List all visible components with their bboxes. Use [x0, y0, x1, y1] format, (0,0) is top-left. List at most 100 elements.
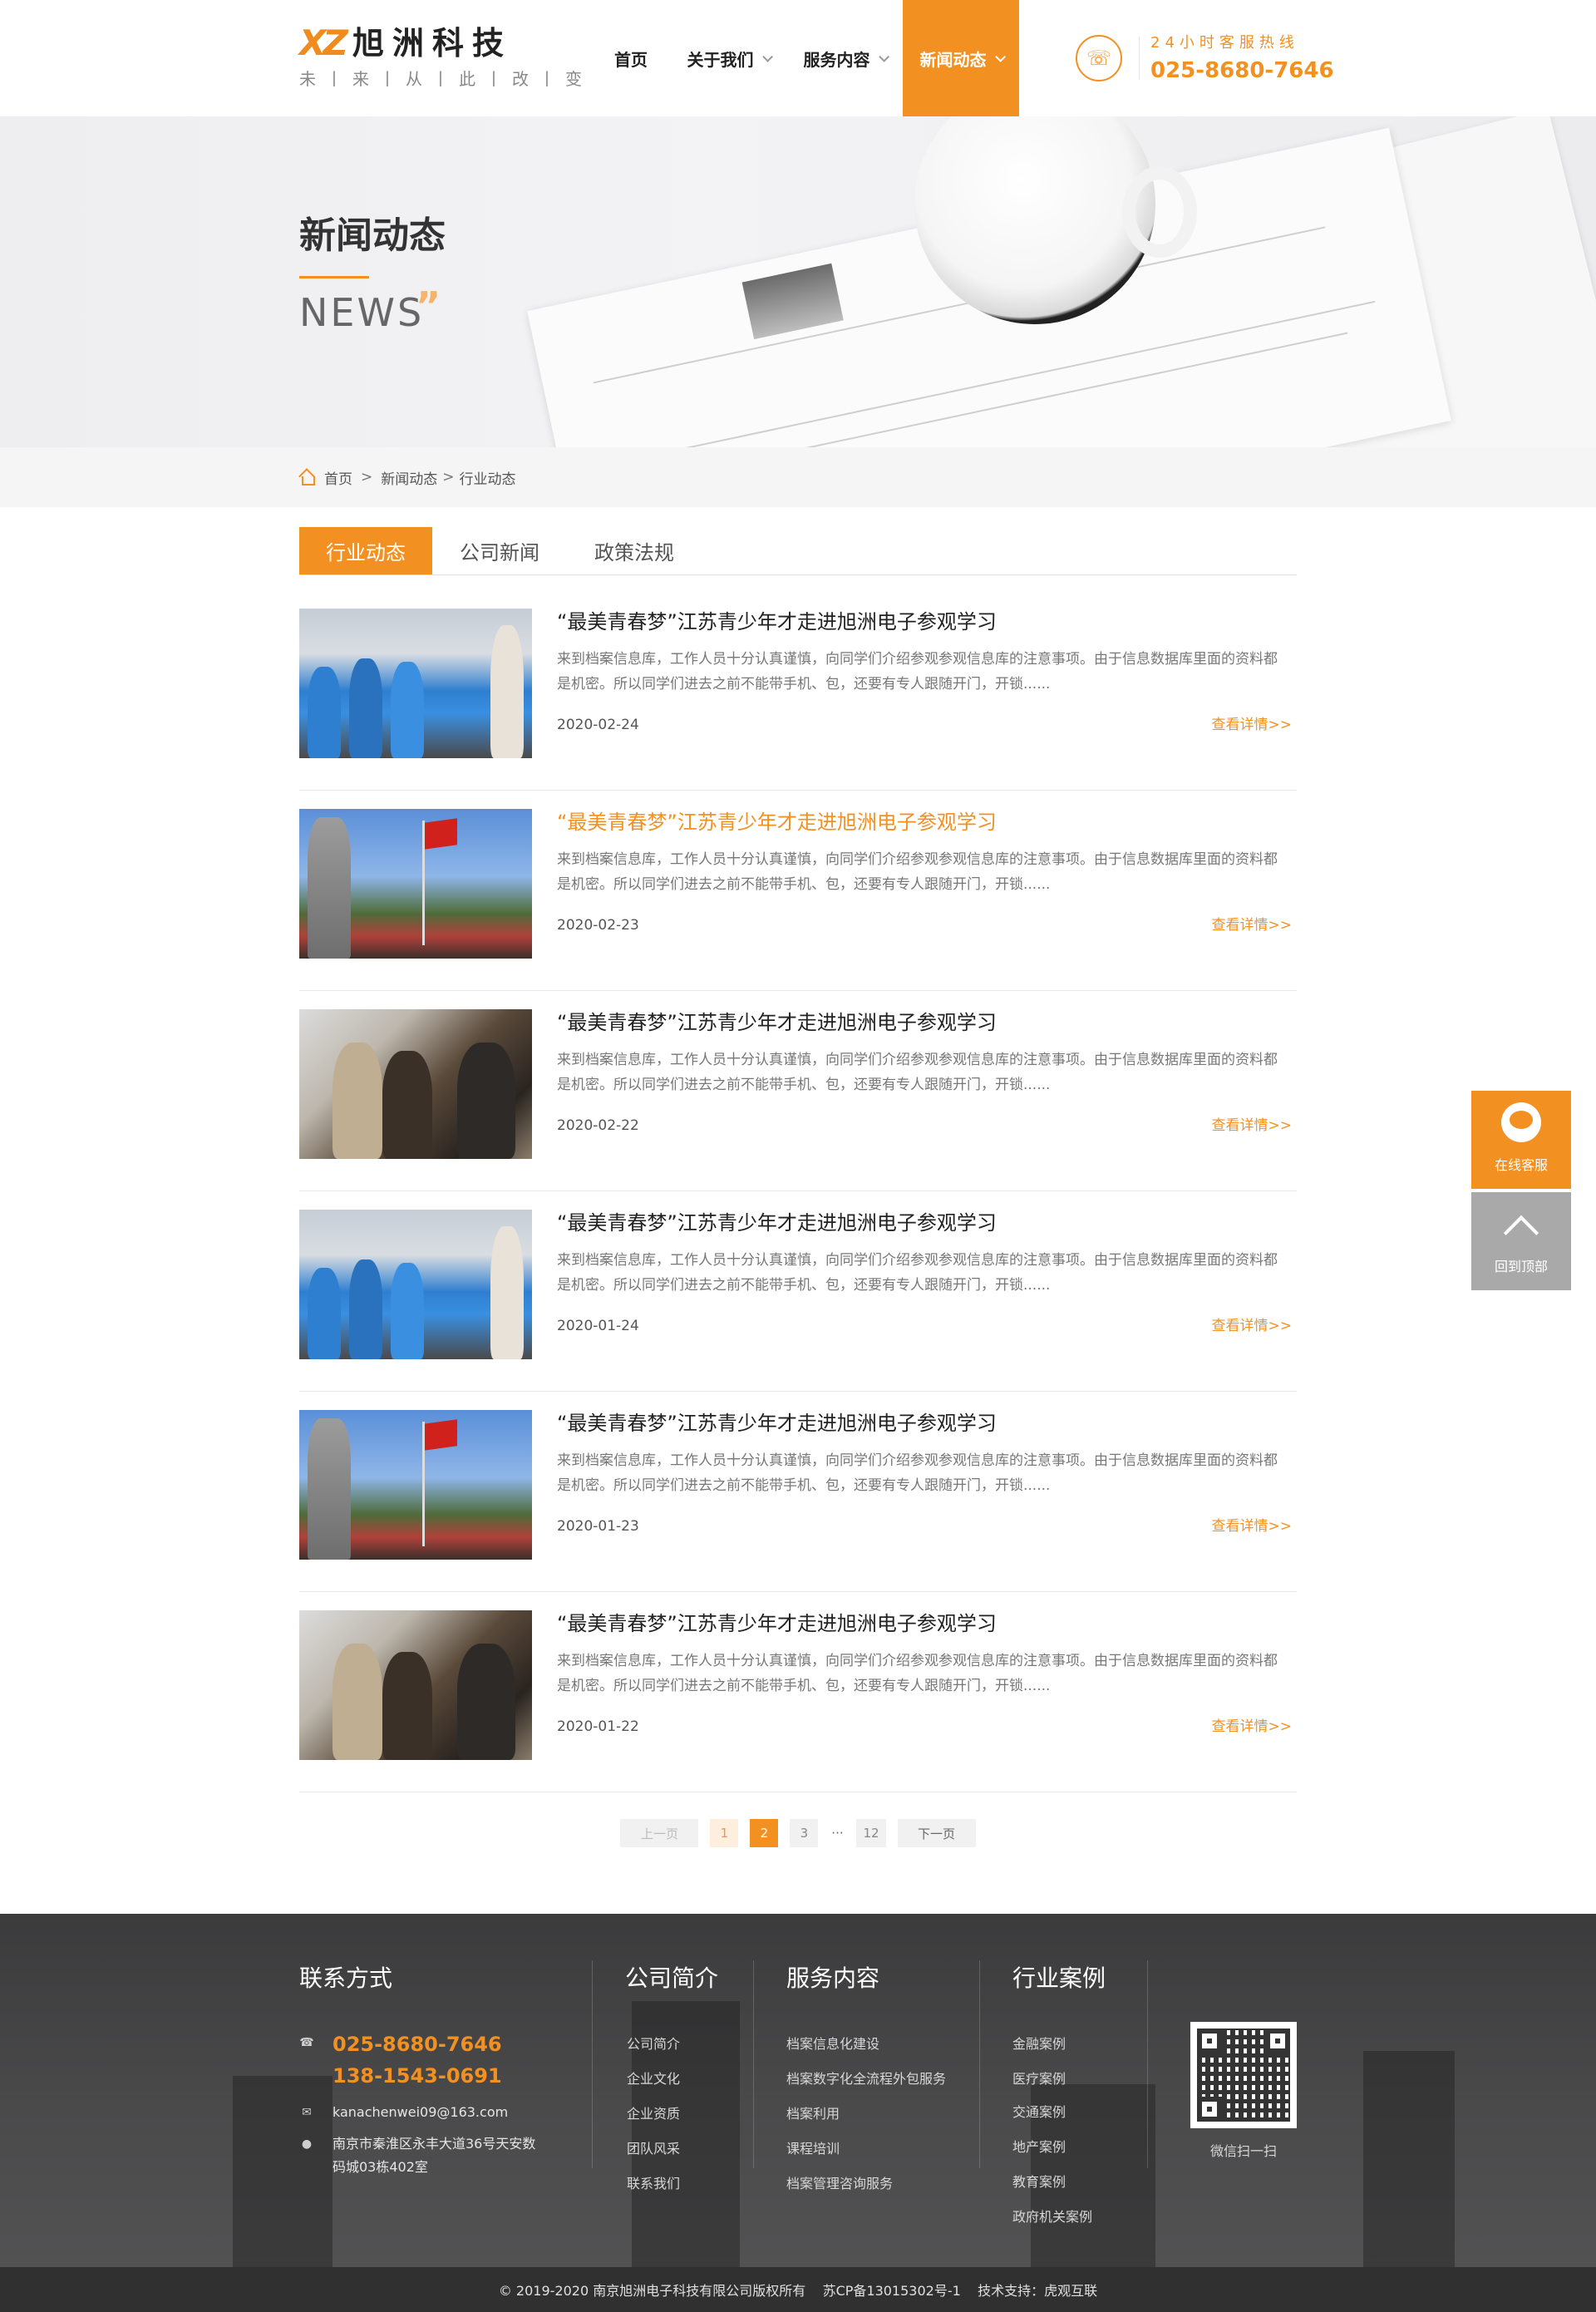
news-date: 2020-02-23 [557, 917, 639, 934]
footer-address-line1: 南京市秦淮区永丰大道36号天安数 [332, 2136, 536, 2152]
newspaper-photo [741, 263, 844, 340]
breadcrumb-current[interactable]: 行业动态 [460, 467, 516, 488]
news-thumbnail[interactable] [299, 1610, 532, 1760]
thumbnail-flag [424, 1419, 457, 1451]
page-ellipsis: ··· [831, 1826, 844, 1841]
coffee-cup-handle [1122, 166, 1197, 258]
qr-corner [1197, 2097, 1222, 2122]
tab-industry-news[interactable]: 行业动态 [299, 527, 432, 574]
thumbnail-figure [382, 1051, 432, 1159]
news-thumbnail[interactable] [299, 1410, 532, 1560]
read-more-link[interactable]: 查看详情>> [1212, 715, 1293, 735]
breadcrumb-home[interactable]: 首页 [324, 467, 352, 488]
page-banner: 新闻动态 NEWS ” [0, 116, 1596, 447]
footer-link[interactable]: 团队风采 [627, 2140, 680, 2158]
page-subtitle: NEWS [299, 290, 425, 335]
tab-company-news[interactable]: 公司新闻 [432, 527, 567, 574]
footer-phone-1: 025-8680-7646 [332, 2033, 502, 2056]
main-nav: 首页 关于我们 服务内容 新闻动态 [592, 0, 1019, 116]
online-service-label: 在线客服 [1494, 1157, 1548, 1173]
footer-divider [753, 1960, 754, 2168]
copyright-bar: © 2019-2020 南京旭洲电子科技有限公司版权所有 苏CP备1301530… [0, 2267, 1596, 2312]
hotline-number: 025-8680-7646 [1150, 58, 1334, 83]
footer-link[interactable]: 档案管理咨询服务 [786, 2175, 893, 2193]
read-more-link[interactable]: 查看详情>> [1212, 1516, 1293, 1536]
qr-corner [1265, 2029, 1290, 2053]
news-thumbnail[interactable] [299, 809, 532, 959]
logo-mark: XZ [299, 22, 348, 63]
footer-link[interactable]: 档案数字化全流程外包服务 [786, 2070, 946, 2088]
nav-news[interactable]: 新闻动态 [903, 0, 1019, 116]
news-item[interactable]: “最美青春梦”江苏青少年才走进旭洲电子参观学习 来到档案信息库，工作人员十分认真… [299, 791, 1297, 991]
nav-home[interactable]: 首页 [592, 0, 670, 116]
tab-policy[interactable]: 政策法规 [567, 527, 702, 574]
news-title[interactable]: “最美青春梦”江苏青少年才走进旭洲电子参观学习 [557, 807, 997, 837]
news-date: 2020-02-24 [557, 717, 639, 733]
news-item[interactable]: “最美青春梦”江苏青少年才走进旭洲电子参观学习 来到档案信息库，工作人员十分认真… [299, 1592, 1297, 1792]
prev-page-button[interactable]: 上一页 [620, 1819, 699, 1847]
logo-slogan: 未丨来丨从丨此丨改丨变 [299, 69, 592, 89]
news-item[interactable]: “最美青春梦”江苏青少年才走进旭洲电子参观学习 来到档案信息库，工作人员十分认真… [299, 1392, 1297, 1592]
thumbnail-figure [332, 1043, 382, 1159]
news-summary: 来到档案信息库，工作人员十分认真谨慎，向同学们介绍参观参观信息库的注意事项。由于… [557, 651, 1278, 693]
footer-link[interactable]: 课程培训 [786, 2140, 840, 2158]
back-to-top-button[interactable]: 回到顶部 [1471, 1192, 1571, 1290]
footer-link[interactable]: 政府机关案例 [1012, 2208, 1092, 2226]
chevron-down-icon [994, 51, 1006, 62]
read-more-link[interactable]: 查看详情>> [1212, 1316, 1293, 1336]
thumbnail-figure [308, 667, 341, 758]
thumbnail-flag [424, 818, 457, 850]
news-item[interactable]: “最美青春梦”江苏青少年才走进旭洲电子参观学习 来到档案信息库，工作人员十分认真… [299, 590, 1297, 791]
page-button[interactable]: 1 [710, 1819, 739, 1847]
breadcrumb-news[interactable]: 新闻动态 [381, 467, 437, 488]
nav-services[interactable]: 服务内容 [786, 0, 903, 116]
footer-services: 服务内容 [786, 1964, 879, 1994]
page-button[interactable]: 12 [856, 1819, 886, 1847]
footer-link[interactable]: 企业文化 [627, 2070, 680, 2088]
phone-icon: ☏ [1076, 35, 1122, 81]
hotline-divider [1139, 37, 1140, 80]
footer-link[interactable]: 企业资质 [627, 2105, 680, 2123]
news-title[interactable]: “最美青春梦”江苏青少年才走进旭洲电子参观学习 [557, 1208, 997, 1238]
qr-corner [1197, 2029, 1222, 2053]
next-page-button[interactable]: 下一页 [897, 1819, 976, 1847]
news-title[interactable]: “最美青春梦”江苏青少年才走进旭洲电子参观学习 [557, 607, 997, 637]
current-page-button[interactable]: 2 [750, 1819, 779, 1847]
footer-link[interactable]: 交通案例 [1012, 2103, 1066, 2122]
news-item[interactable]: “最美青春梦”江苏青少年才走进旭洲电子参观学习 来到档案信息库，工作人员十分认真… [299, 1191, 1297, 1392]
footer-contact-title: 联系方式 [299, 1964, 393, 1992]
footer-link[interactable]: 档案利用 [786, 2105, 840, 2123]
news-date: 2020-01-24 [557, 1318, 639, 1334]
logo-name: 旭洲科技 [352, 25, 513, 62]
footer-link[interactable]: 医疗案例 [1012, 2070, 1066, 2088]
read-more-link[interactable]: 查看详情>> [1212, 1717, 1293, 1737]
logo[interactable]: XZ 旭洲科技 未丨来丨从丨此丨改丨变 [299, 22, 582, 91]
nav-about[interactable]: 关于我们 [670, 0, 786, 116]
footer-email[interactable]: kanachenwei09@163.com [332, 2102, 508, 2123]
thumbnail-statue [308, 1418, 351, 1560]
news-thumbnail[interactable] [299, 1210, 532, 1359]
hotline: ☏ 24小时客服热线 025-8680-7646 [1076, 33, 1334, 83]
back-to-top-label: 回到顶部 [1494, 1259, 1548, 1274]
read-more-link[interactable]: 查看详情>> [1212, 915, 1293, 935]
thumbnail-figure [457, 1043, 515, 1159]
news-title[interactable]: “最美青春梦”江苏青少年才走进旭洲电子参观学习 [557, 1008, 997, 1038]
qr-label: 微信扫一扫 [1209, 2143, 1277, 2159]
footer-link[interactable]: 联系我们 [627, 2175, 680, 2193]
news-title[interactable]: “最美青春梦”江苏青少年才走进旭洲电子参观学习 [557, 1609, 997, 1639]
footer-link[interactable]: 档案信息化建设 [786, 2035, 879, 2053]
news-thumbnail[interactable] [299, 1009, 532, 1159]
footer-link[interactable]: 教育案例 [1012, 2173, 1066, 2191]
footer-link[interactable]: 金融案例 [1012, 2035, 1066, 2053]
news-title[interactable]: “最美青春梦”江苏青少年才走进旭洲电子参观学习 [557, 1408, 997, 1438]
page-button[interactable]: 3 [790, 1819, 819, 1847]
footer-link[interactable]: 公司简介 [627, 2035, 680, 2053]
news-thumbnail[interactable] [299, 609, 532, 758]
online-service-button[interactable]: 在线客服 [1471, 1091, 1571, 1189]
read-more-link[interactable]: 查看详情>> [1212, 1116, 1293, 1136]
nav-home-label: 首页 [614, 49, 648, 70]
footer-link[interactable]: 地产案例 [1012, 2138, 1066, 2157]
news-item[interactable]: “最美青春梦”江苏青少年才走进旭洲电子参观学习 来到档案信息库，工作人员十分认真… [299, 991, 1297, 1191]
breadcrumb: 首页 > 新闻动态 > 行业动态 [299, 447, 516, 507]
footer-cases: 行业案例 [1012, 1964, 1106, 1994]
